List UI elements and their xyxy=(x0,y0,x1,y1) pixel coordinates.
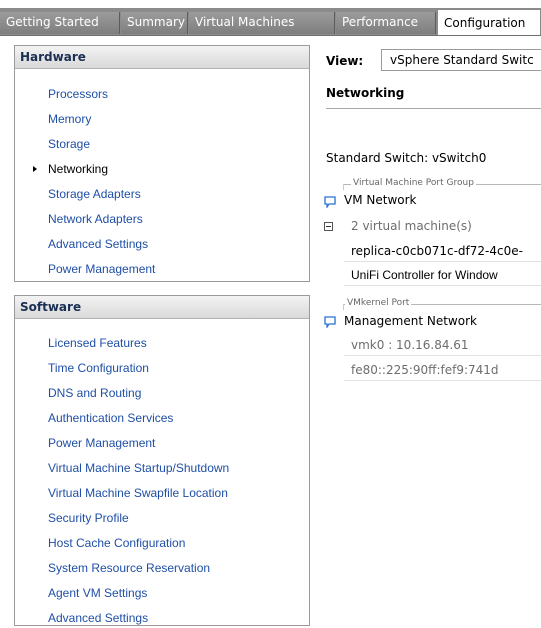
tab-getting-started[interactable]: Getting Started xyxy=(0,12,120,34)
hardware-item-power-management[interactable]: Power Management xyxy=(48,259,155,279)
software-item-power-management[interactable]: Power Management xyxy=(48,433,155,453)
tab-summary[interactable]: Summary xyxy=(121,12,188,34)
software-item-licensed-features[interactable]: Licensed Features xyxy=(48,333,147,353)
vm-port-group-caption: Virtual Machine Port Group xyxy=(351,178,476,188)
tab-bar: Getting Started Summary Virtual Machines… xyxy=(0,0,541,36)
software-item-advanced-settings[interactable]: Advanced Settings xyxy=(48,608,148,628)
hardware-item-processors[interactable]: Processors xyxy=(48,84,108,104)
vm-list-item[interactable]: UniFi Controller for Window xyxy=(344,265,541,286)
vmk-port-group-caption: VMkernel Port xyxy=(345,298,412,308)
hardware-item-networking[interactable]: Networking xyxy=(48,159,108,179)
main-content: View: vSphere Standard Switc Networking … xyxy=(314,35,541,626)
hardware-item-storage-adapters[interactable]: Storage Adapters xyxy=(48,184,141,204)
vm-list-item[interactable]: replica-c0cb071c-df72-4c0e- xyxy=(344,241,541,262)
hardware-item-memory[interactable]: Memory xyxy=(48,109,91,129)
port-group-icon[interactable] xyxy=(324,196,336,208)
hardware-item-advanced-settings[interactable]: Advanced Settings xyxy=(48,234,148,254)
vm-port-group-edge xyxy=(343,184,344,190)
software-header: Software xyxy=(15,296,309,319)
hardware-panel: Hardware Processors Memory Storage Netwo… xyxy=(14,45,310,282)
software-item-agent-vm-settings[interactable]: Agent VM Settings xyxy=(48,583,147,603)
software-item-time-configuration[interactable]: Time Configuration xyxy=(48,358,149,378)
vmk-ipv6-address: fe80::225:90ff:fef9:741d xyxy=(344,360,541,381)
software-item-vm-swapfile-location[interactable]: Virtual Machine Swapfile Location xyxy=(48,483,228,503)
vm-network-name[interactable]: VM Network xyxy=(344,193,416,207)
software-item-vm-startup-shutdown[interactable]: Virtual Machine Startup/Shutdown xyxy=(48,458,229,478)
vmkernel-port-icon[interactable] xyxy=(324,316,336,328)
software-item-security-profile[interactable]: Security Profile xyxy=(48,508,129,528)
hardware-header: Hardware xyxy=(15,46,309,69)
software-item-system-resource-reservation[interactable]: System Resource Reservation xyxy=(48,558,210,578)
collapse-toggle-icon[interactable] xyxy=(324,222,333,231)
section-divider xyxy=(326,108,541,109)
software-item-authentication-services[interactable]: Authentication Services xyxy=(48,408,173,428)
software-item-dns-routing[interactable]: DNS and Routing xyxy=(48,383,141,403)
tab-virtual-machines[interactable]: Virtual Machines xyxy=(189,12,335,34)
view-label: View: xyxy=(326,54,364,68)
vmk-ipv4-address: vmk0 : 10.16.84.61 xyxy=(344,335,541,356)
standard-switch-title: Standard Switch: vSwitch0 xyxy=(326,151,487,165)
hardware-item-network-adapters[interactable]: Network Adapters xyxy=(48,209,143,229)
software-panel: Software Licensed Features Time Configur… xyxy=(14,295,310,626)
vmk-port-group-edge xyxy=(343,304,344,310)
management-network-name[interactable]: Management Network xyxy=(344,314,477,328)
view-select[interactable]: vSphere Standard Switc xyxy=(381,49,541,71)
tab-configuration[interactable]: Configuration xyxy=(437,9,541,35)
hardware-item-storage[interactable]: Storage xyxy=(48,134,90,154)
vm-count: 2 virtual machine(s) xyxy=(351,219,472,233)
networking-title: Networking xyxy=(326,86,405,100)
tab-performance[interactable]: Performance xyxy=(336,12,436,34)
selected-arrow-icon xyxy=(33,166,37,172)
software-item-host-cache-configuration[interactable]: Host Cache Configuration xyxy=(48,533,185,553)
